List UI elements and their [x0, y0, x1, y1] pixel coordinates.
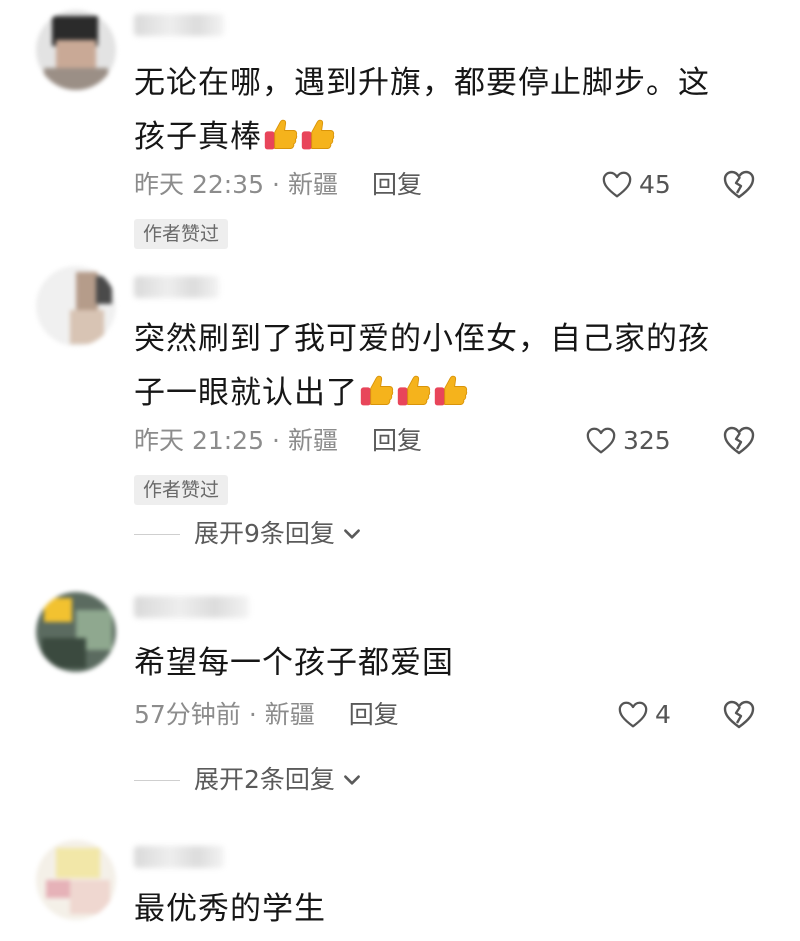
comment-text: 无论在哪，遇到升旗，都要停止脚步。这 孩子真棒: [134, 56, 754, 170]
broken-heart-icon: [722, 168, 756, 202]
heart-outline-icon: [585, 425, 617, 457]
like-button[interactable]: 325: [585, 424, 671, 458]
thumbs-up-emoji: [300, 116, 336, 170]
comment-location: 新疆: [287, 170, 338, 199]
chevron-down-icon: [341, 523, 363, 545]
thumbs-up-emoji: [263, 116, 299, 170]
like-button[interactable]: 45: [601, 168, 671, 202]
avatar[interactable]: [36, 266, 116, 346]
reply-button[interactable]: 回复: [372, 170, 422, 199]
chevron-down-icon: [341, 769, 363, 791]
like-count: 325: [623, 426, 671, 455]
comment-text: 突然刷到了我可爱的小侄女，自己家的孩 子一眼就认出了: [134, 312, 754, 426]
dislike-button[interactable]: [722, 698, 756, 732]
username-blurred[interactable]: [134, 596, 249, 618]
comment-location: 新疆: [287, 426, 338, 455]
avatar[interactable]: [36, 10, 116, 90]
reply-button[interactable]: 回复: [372, 426, 422, 455]
thumbs-up-emoji: [359, 372, 395, 426]
username-blurred[interactable]: [134, 276, 219, 298]
thumbs-up-emoji: [433, 372, 469, 426]
like-count: 4: [655, 700, 671, 729]
divider-line: [134, 533, 180, 535]
like-count: 45: [639, 170, 671, 199]
heart-outline-icon: [617, 699, 649, 731]
comment-time: 昨天 21:25: [134, 426, 264, 455]
comment-text: 最优秀的学生: [134, 891, 326, 927]
comment-time: 昨天 22:35: [134, 170, 264, 199]
avatar[interactable]: [36, 840, 116, 920]
comment-meta: 昨天 21:25 · 新疆 回复: [134, 426, 422, 455]
thumbs-up-emoji: [396, 372, 432, 426]
dislike-button[interactable]: [722, 168, 756, 202]
comment-meta: 昨天 22:35 · 新疆 回复: [134, 170, 422, 199]
comment-text: 希望每一个孩子都爱国: [134, 645, 454, 681]
expand-replies-button[interactable]: 展开9条回复: [134, 517, 363, 551]
comment-time: 57分钟前: [134, 700, 241, 729]
username-blurred[interactable]: [134, 846, 224, 868]
expand-replies-button[interactable]: 展开2条回复: [134, 763, 363, 797]
heart-outline-icon: [601, 169, 633, 201]
comment-meta: 57分钟前 · 新疆 回复: [134, 700, 399, 729]
broken-heart-icon: [722, 424, 756, 458]
author-liked-badge: 作者赞过: [134, 219, 229, 249]
divider-line: [134, 779, 180, 781]
broken-heart-icon: [722, 698, 756, 732]
like-button[interactable]: 4: [617, 698, 671, 732]
comment-location: 新疆: [264, 700, 315, 729]
author-liked-badge: 作者赞过: [134, 475, 229, 505]
reply-button[interactable]: 回复: [349, 700, 399, 729]
username-blurred[interactable]: [134, 14, 224, 36]
avatar[interactable]: [36, 592, 116, 672]
dislike-button[interactable]: [722, 424, 756, 458]
